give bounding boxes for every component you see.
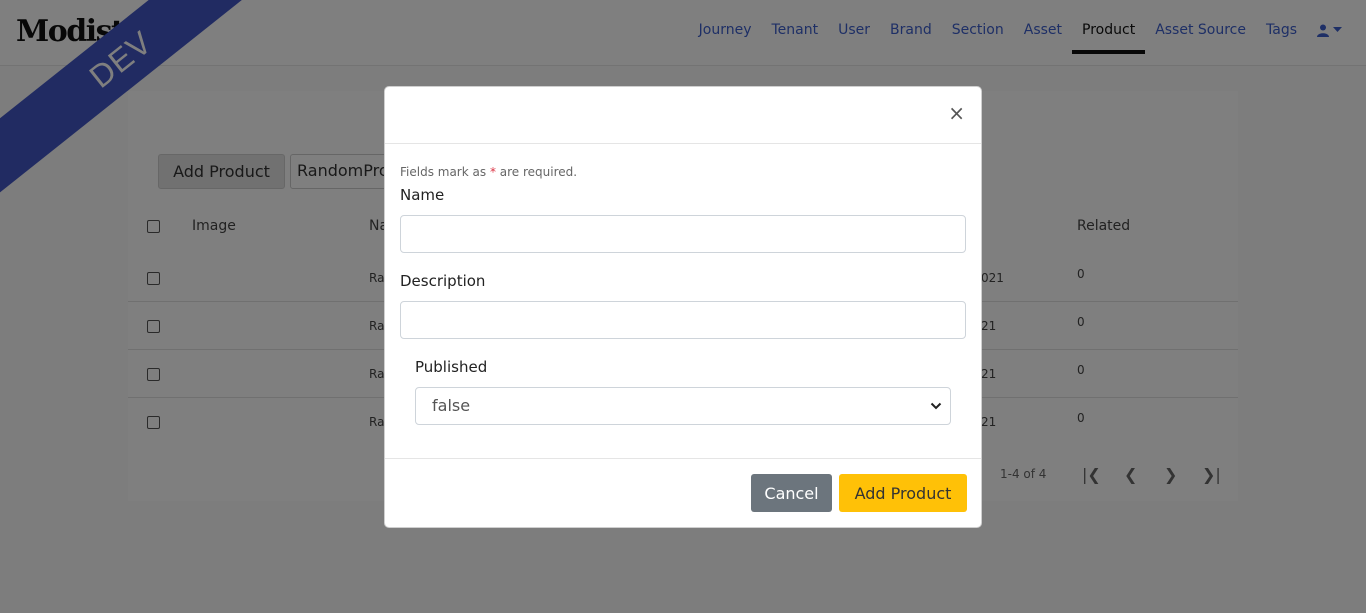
name-input[interactable] [400, 215, 966, 253]
hint-prefix: Fields mark as [400, 165, 487, 179]
published-label: Published [415, 358, 488, 376]
description-label: Description [400, 272, 486, 290]
published-selected-value: false [432, 396, 471, 415]
add-product-modal: × Fields mark as * are required. Name De… [384, 86, 982, 528]
modal-header: × [385, 87, 981, 144]
name-label: Name [400, 186, 445, 204]
required-star: * [489, 165, 496, 179]
close-icon[interactable]: × [948, 103, 965, 123]
modal-footer-divider [385, 458, 981, 459]
required-fields-hint: Fields mark as * are required. [400, 165, 577, 179]
cancel-button[interactable]: Cancel [751, 474, 832, 512]
hint-suffix: are required. [499, 165, 578, 179]
description-input[interactable] [400, 301, 966, 339]
chevron-down-icon [930, 402, 942, 410]
submit-add-product-button[interactable]: Add Product [839, 474, 967, 512]
published-select[interactable]: false [415, 387, 951, 425]
